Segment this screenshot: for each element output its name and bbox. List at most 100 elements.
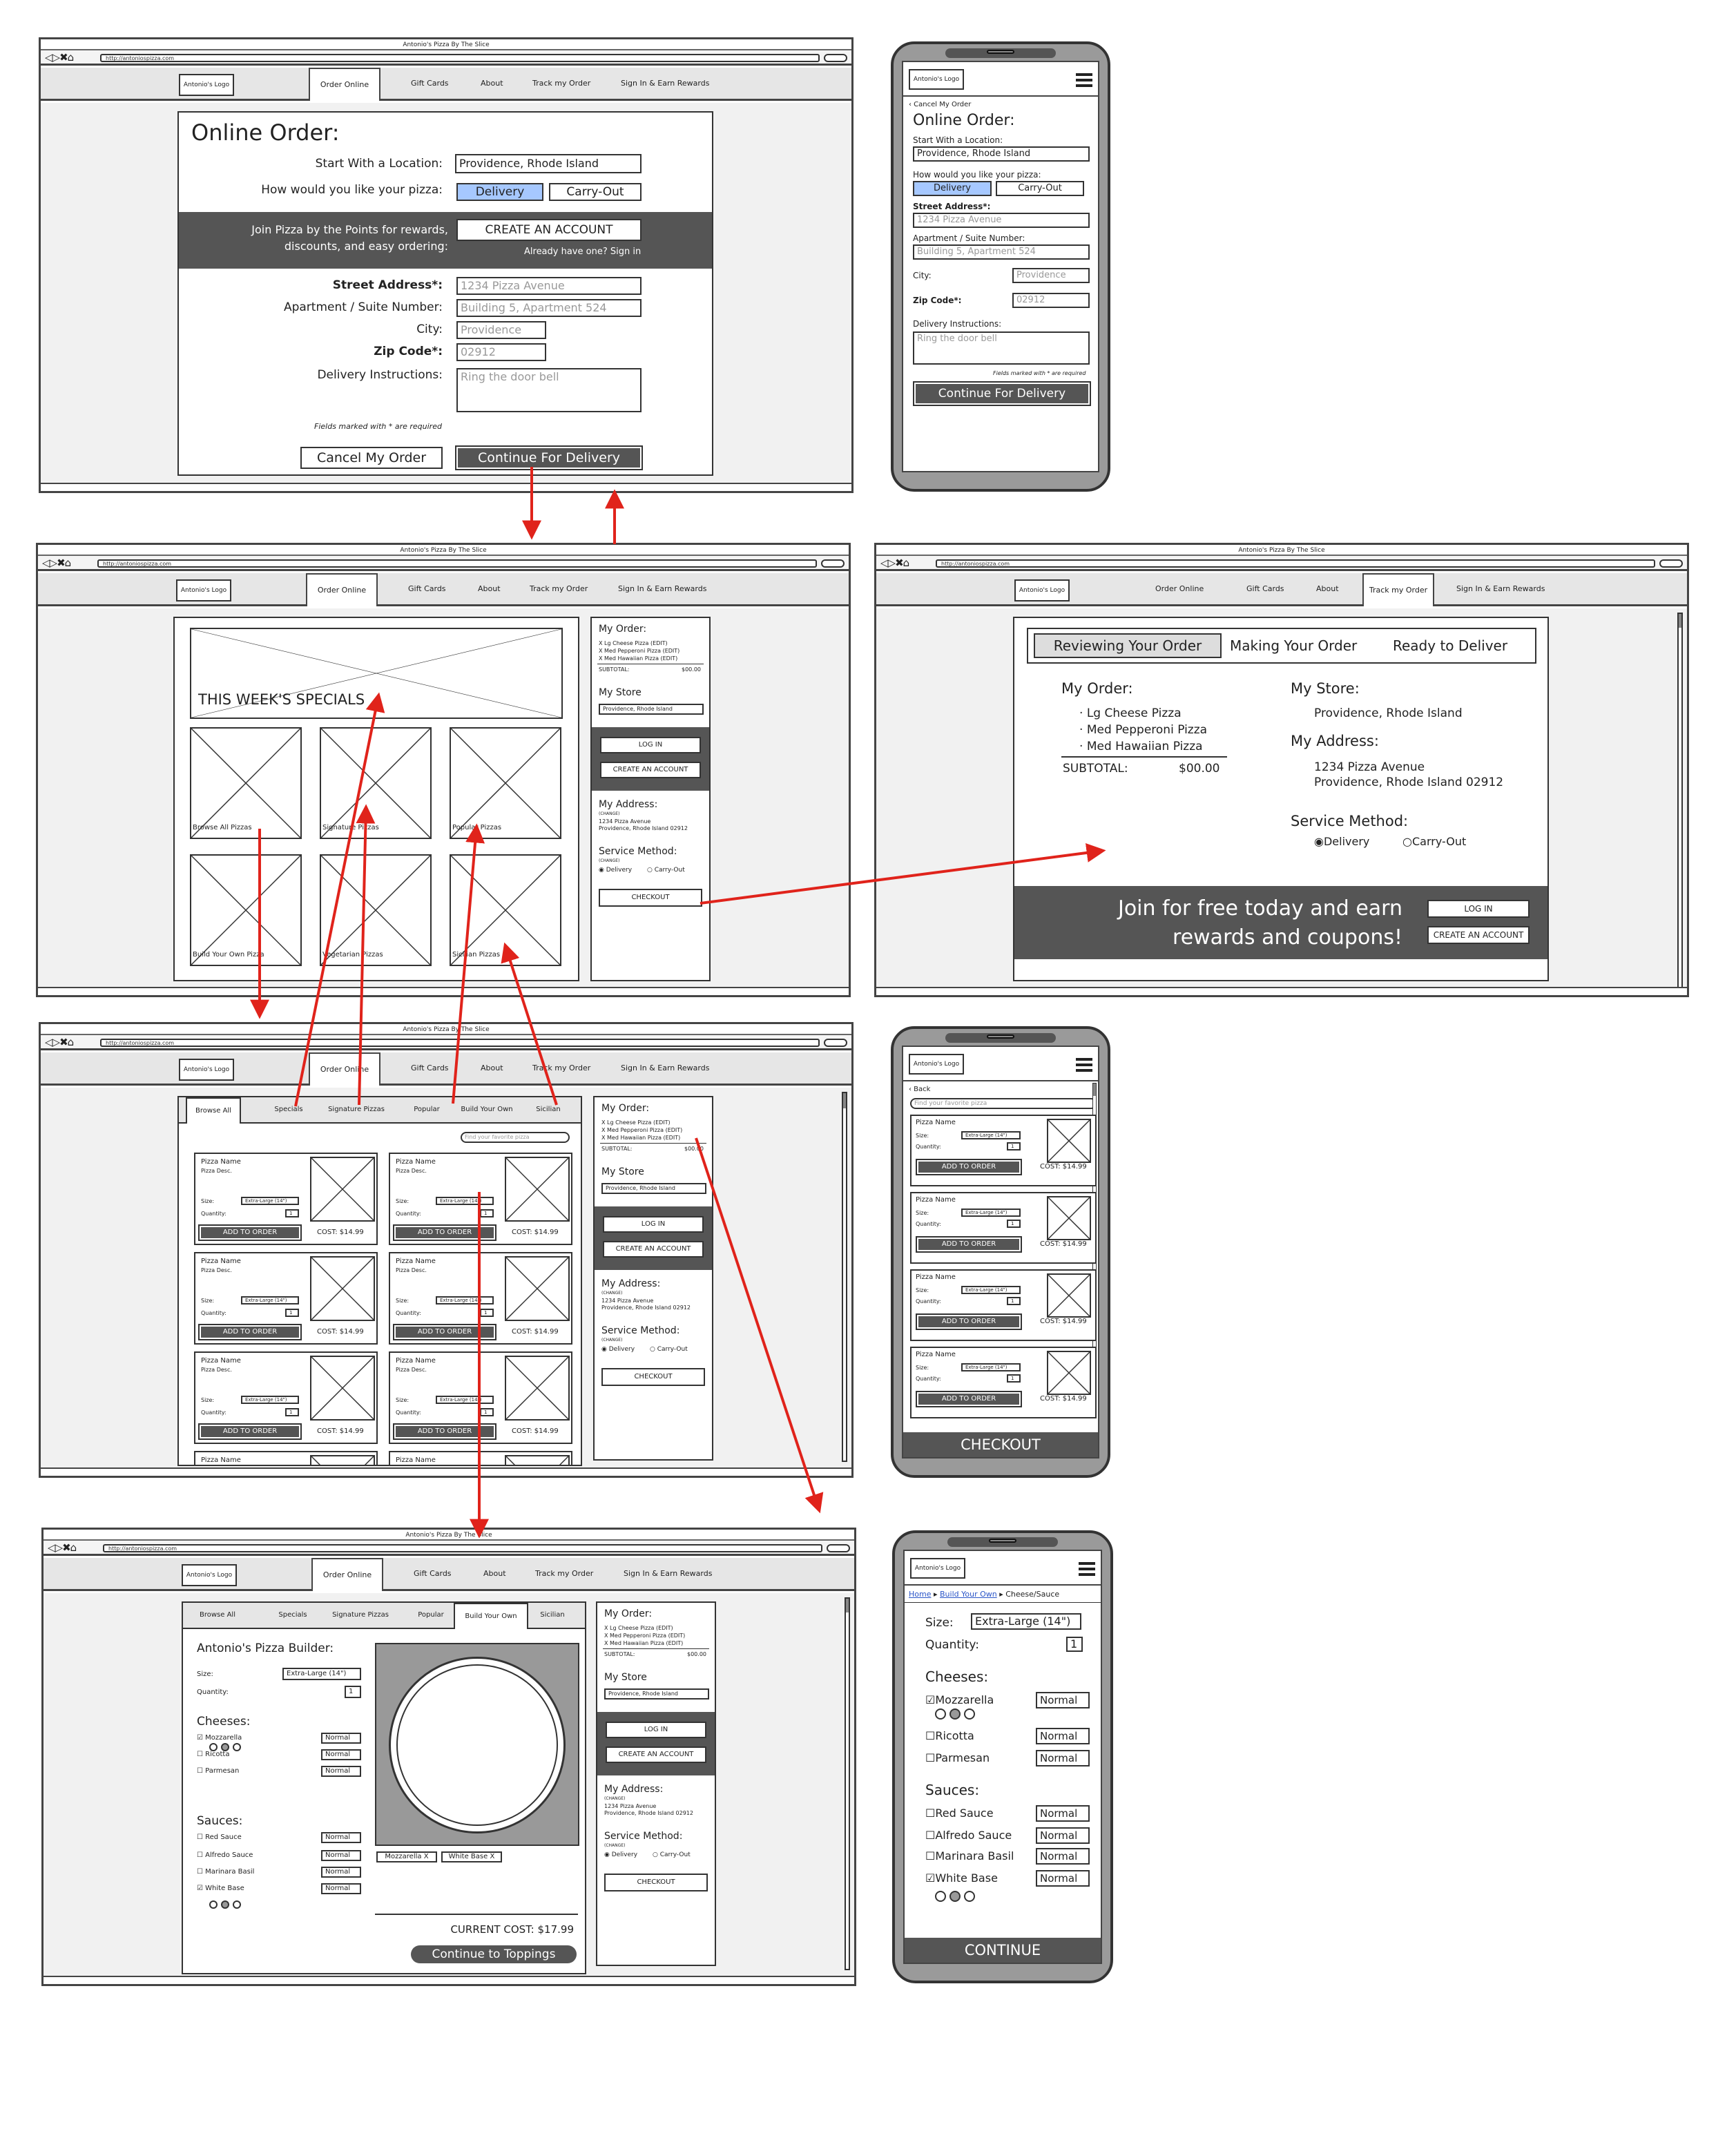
cheese-portion-radios[interactable] [209, 1741, 242, 1754]
pizza-image[interactable] [505, 1356, 570, 1421]
nav-sign-in[interactable]: Sign In & Earn Rewards [624, 1569, 712, 1578]
nav-order-online[interactable]: Order Online [1155, 584, 1204, 593]
search-input[interactable]: Find your favorite pizza [461, 1132, 570, 1143]
size-select[interactable]: Extra-Large (14") [961, 1209, 1021, 1217]
add-to-order-button[interactable]: ADD TO ORDER [393, 1423, 496, 1440]
quantity-stepper[interactable]: 1 [285, 1408, 299, 1416]
pizza-image[interactable] [1047, 1196, 1091, 1240]
size-select[interactable]: Extra-Large (14") [241, 1396, 299, 1404]
nav-track-order[interactable]: Track my Order [1362, 573, 1434, 606]
pizza-image[interactable] [1047, 1351, 1091, 1395]
quantity-stepper[interactable]: 1 [345, 1686, 361, 1698]
instructions-input[interactable]: Ring the door bell [913, 331, 1090, 365]
tab-2[interactable]: Signature Pizzas [317, 1097, 396, 1124]
breadcrumb-byo[interactable]: Build Your Own [940, 1590, 997, 1599]
category-tile[interactable] [190, 727, 302, 839]
sidebar-carryout-radio[interactable]: ○ Carry-Out [647, 867, 685, 874]
tab-4[interactable]: Build Your Own [454, 1603, 528, 1629]
add-to-order-button[interactable]: ADD TO ORDER [393, 1324, 496, 1340]
sidebar-checkout-button[interactable]: CHECKOUT [599, 889, 702, 907]
size-select[interactable]: Extra-Large (14") [241, 1197, 299, 1205]
sidebar-order-item[interactable]: X Med Hawaiian Pizza (EDIT) [604, 1640, 683, 1646]
size-select[interactable]: Extra-Large (14") [961, 1363, 1021, 1371]
add-to-order-button[interactable]: ADD TO ORDER [916, 1391, 1022, 1407]
tab-2[interactable]: Signature Pizzas [321, 1603, 400, 1629]
sidebar-change-link-2[interactable]: (CHANGE) [599, 858, 619, 863]
quantity-stepper[interactable]: 1 [285, 1209, 299, 1217]
zip-input[interactable]: 02912 [1012, 293, 1090, 308]
sidebar-create-account-button[interactable]: CREATE AN ACCOUNT [603, 1241, 704, 1258]
url-field[interactable]: http://antoniospizza.com [936, 559, 1655, 568]
cheese-amount-select[interactable]: Normal [1036, 1692, 1090, 1708]
sign-in-link[interactable]: Already have one? Sign in [524, 247, 641, 257]
carryout-toggle[interactable]: Carry-Out [996, 181, 1084, 196]
category-tile[interactable] [450, 727, 561, 839]
sauce-amount-select[interactable]: Normal [321, 1883, 361, 1894]
tab-0[interactable]: Browse All [190, 1603, 245, 1629]
tab-3[interactable]: Popular [405, 1097, 448, 1124]
cheese-amount-select[interactable]: Normal [321, 1749, 361, 1760]
nav-sign-in[interactable]: Sign In & Earn Rewards [1456, 584, 1545, 593]
log-in-button[interactable]: LOG IN [1427, 900, 1530, 918]
pizza-image[interactable] [505, 1455, 570, 1465]
cheese-option[interactable]: ☐Ricotta [925, 1729, 974, 1742]
nav-order-online[interactable]: Order Online [306, 573, 378, 606]
continue-delivery-button[interactable]: Continue For Delivery [455, 445, 643, 470]
zip-input[interactable]: 02912 [456, 343, 546, 361]
search-pill[interactable] [1659, 559, 1683, 568]
sauce-option[interactable]: ☐Red Sauce [925, 1807, 994, 1820]
delivery-toggle[interactable]: Delivery [913, 181, 992, 196]
create-account-button[interactable]: CREATE AN ACCOUNT [1427, 926, 1530, 944]
location-select[interactable]: Providence, Rhode Island [913, 146, 1090, 162]
tab-1[interactable]: Specials [266, 1097, 311, 1124]
quantity-stepper[interactable]: 1 [1066, 1637, 1083, 1652]
tab-5[interactable]: Sicilian [531, 1603, 574, 1629]
sauce-option[interactable]: ☐Alfredo Sauce [925, 1829, 1012, 1842]
tab-4[interactable]: Build Your Own [450, 1097, 524, 1124]
continue-delivery-button[interactable]: Continue For Delivery [913, 381, 1091, 406]
category-tile[interactable] [320, 727, 432, 839]
browser-nav-icons[interactable]: ◁▷✖⌂ [42, 557, 71, 569]
nav-gift-cards[interactable]: Gift Cards [1246, 584, 1284, 593]
nav-track-order[interactable]: Track my Order [532, 1063, 590, 1072]
nav-gift-cards[interactable]: Gift Cards [411, 1063, 449, 1072]
sauce-amount-select[interactable]: Normal [1036, 1848, 1090, 1865]
size-select[interactable]: Extra-Large (14") [436, 1197, 494, 1205]
cancel-link[interactable]: ‹ Cancel My Order [909, 101, 971, 108]
create-account-button[interactable]: CREATE AN ACCOUNT [456, 219, 642, 241]
nav-about[interactable]: About [1316, 584, 1339, 593]
nav-sign-in[interactable]: Sign In & Earn Rewards [618, 584, 706, 593]
size-select[interactable]: Extra-Large (14") [961, 1131, 1021, 1139]
cheese-option[interactable]: ☐ Parmesan [197, 1767, 239, 1775]
sauce-amount-select[interactable]: Normal [321, 1850, 361, 1861]
size-select[interactable]: Extra-Large (14") [436, 1296, 494, 1304]
tab-5[interactable]: Sicilian [527, 1097, 570, 1124]
cheese-amount-select[interactable]: Normal [321, 1766, 361, 1777]
site-logo[interactable]: Antonio's Logo [910, 1558, 965, 1579]
site-logo[interactable]: Antonio's Logo [1014, 579, 1070, 601]
sidebar-order-item[interactable]: X Med Hawaiian Pizza (EDIT) [599, 655, 677, 662]
quantity-stepper[interactable]: 1 [480, 1209, 494, 1217]
browser-nav-icons[interactable]: ◁▷✖⌂ [45, 1036, 74, 1048]
site-logo[interactable]: Antonio's Logo [909, 69, 964, 90]
nav-track-order[interactable]: Track my Order [535, 1569, 593, 1578]
hamburger-menu-icon[interactable] [1076, 1058, 1092, 1072]
nav-sign-in[interactable]: Sign In & Earn Rewards [621, 1063, 709, 1072]
nav-gift-cards[interactable]: Gift Cards [408, 584, 446, 593]
apt-input[interactable]: Building 5, Apartment 524 [913, 244, 1090, 260]
search-input[interactable]: Find your favorite pizza [910, 1098, 1097, 1109]
size-select[interactable]: Extra-Large (14") [436, 1396, 494, 1404]
url-field[interactable]: http://antoniospizza.com [100, 54, 820, 62]
sauce-option[interactable]: ☑ White Base [197, 1885, 244, 1892]
nav-about[interactable]: About [478, 584, 501, 593]
cheese-amount-select[interactable]: Normal [321, 1733, 361, 1744]
add-to-order-button[interactable]: ADD TO ORDER [916, 1159, 1022, 1175]
sauce-option[interactable]: ☐ Red Sauce [197, 1833, 242, 1841]
apt-input[interactable]: Building 5, Apartment 524 [456, 299, 642, 317]
add-to-order-button[interactable]: ADD TO ORDER [916, 1313, 1022, 1330]
tab-3[interactable]: Popular [409, 1603, 452, 1629]
continue-toppings-button[interactable]: Continue to Toppings [411, 1945, 577, 1963]
quantity-stepper[interactable]: 1 [1007, 1297, 1021, 1305]
cancel-order-button[interactable]: Cancel My Order [300, 447, 443, 469]
pizza-image[interactable] [310, 1356, 375, 1421]
